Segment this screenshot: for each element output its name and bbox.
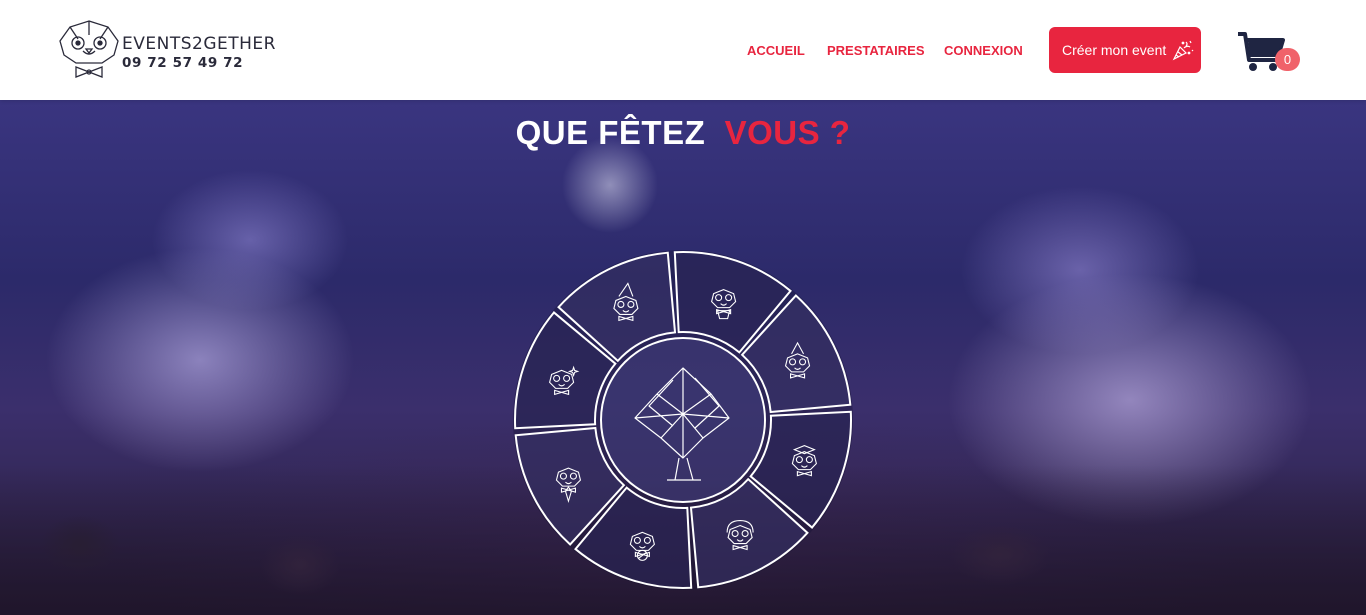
hero-title-accent: VOUS ? <box>724 114 851 151</box>
nav-home-link[interactable]: ACCUEIL <box>747 43 805 58</box>
party-popper-icon <box>1172 40 1194 61</box>
event-type-wheel <box>513 250 853 590</box>
hero-title: QUE FÊTEZ VOUS ? <box>0 114 1366 152</box>
nav-providers-link[interactable]: PRESTATAIRES <box>827 43 925 58</box>
brand-name[interactable]: EVENTS2GETHER <box>122 34 276 54</box>
site-header: EVENTS2GETHER 09 72 57 49 72 ACCUEIL PRE… <box>0 0 1366 100</box>
cart-count-badge: 0 <box>1275 48 1300 71</box>
hero-title-main: QUE FÊTEZ <box>515 114 715 151</box>
mascot-logo-icon[interactable] <box>56 19 122 81</box>
phone-number[interactable]: 09 72 57 49 72 <box>122 55 243 71</box>
nav-login-link[interactable]: CONNEXION <box>944 43 1023 58</box>
create-event-button[interactable]: Créer mon event <box>1049 27 1201 73</box>
create-event-label: Créer mon event <box>1062 42 1167 58</box>
